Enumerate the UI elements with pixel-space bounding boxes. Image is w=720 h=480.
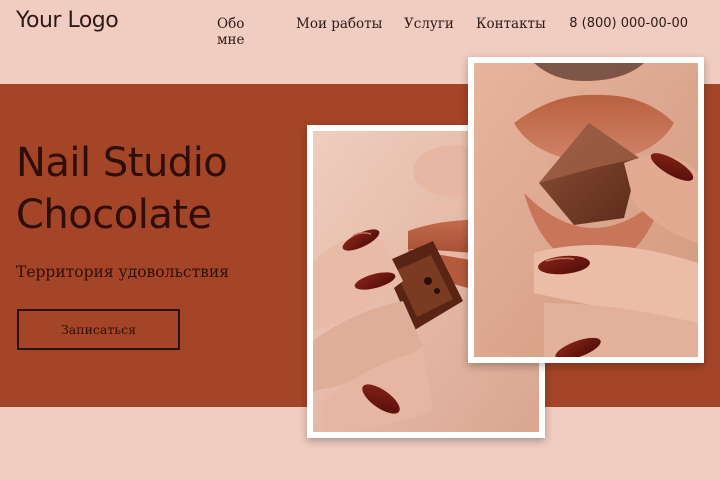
photo-chocolate-lips (468, 57, 704, 363)
logo[interactable]: Your Logo (16, 8, 119, 33)
photo-chocolate-lips-image (474, 63, 698, 357)
phone-number[interactable]: 8 (800) 000-00-00 (569, 16, 688, 31)
nav-item-contacts[interactable]: Контакты (476, 16, 546, 32)
hero-title: Nail Studio Chocolate (16, 137, 266, 241)
hero-title-line-2: Chocolate (16, 192, 212, 238)
nav-item-services[interactable]: Услуги (404, 16, 454, 32)
book-button[interactable]: Записаться (17, 309, 180, 350)
nav-item-works[interactable]: Мои работы (296, 16, 382, 32)
hero-subtitle: Территория удовольствия (16, 263, 229, 281)
nav-item-about[interactable]: Обо мне (217, 16, 245, 48)
hero-title-line-1: Nail Studio (16, 140, 228, 186)
